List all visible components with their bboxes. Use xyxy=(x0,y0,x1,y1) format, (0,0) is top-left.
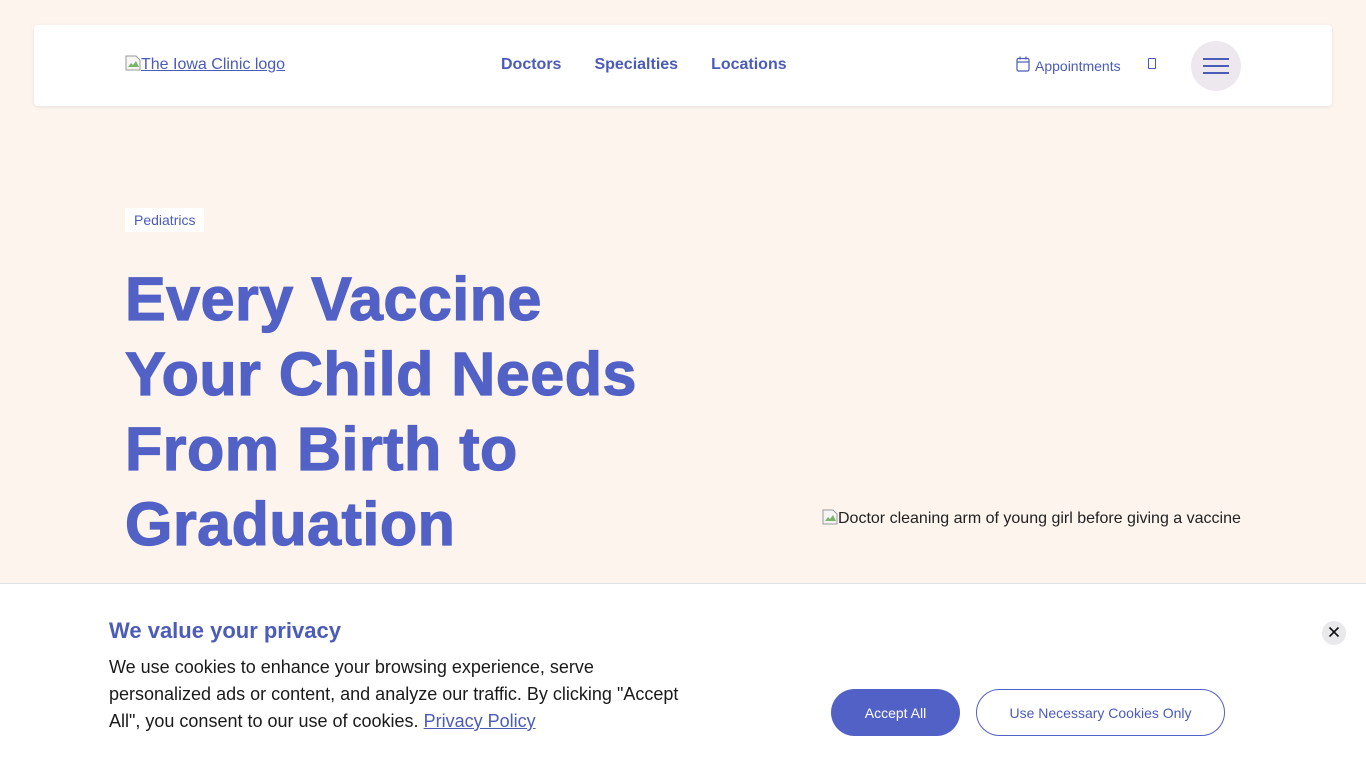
hamburger-icon-line xyxy=(1203,58,1229,60)
appointments-label: Appointments xyxy=(1035,57,1121,74)
cookie-text: We use cookies to enhance your browsing … xyxy=(109,654,699,735)
broken-image-icon xyxy=(822,509,838,525)
cookie-banner: We value your privacy We use cookies to … xyxy=(0,583,1366,768)
hamburger-icon-line xyxy=(1203,72,1229,74)
menu-button[interactable] xyxy=(1191,41,1241,91)
privacy-policy-link[interactable]: Privacy Policy xyxy=(424,711,536,731)
hamburger-icon-line xyxy=(1203,65,1229,67)
logo-alt-text: The Iowa Clinic logo xyxy=(141,56,286,73)
hero-image: Doctor cleaning arm of young girl before… xyxy=(822,509,1241,529)
broken-image-icon xyxy=(125,55,141,71)
nav-specialties[interactable]: Specialties xyxy=(594,55,678,75)
hero-title: Every Vaccine Your Child Needs From Birt… xyxy=(124,264,637,558)
necessary-cookies-button[interactable]: Use Necessary Cookies Only xyxy=(976,689,1225,736)
cookie-title: We value your privacy xyxy=(109,618,341,643)
category-tag[interactable]: Pediatrics xyxy=(125,208,205,232)
logo-link[interactable]: The Iowa Clinic logo xyxy=(125,55,285,75)
nav-doctors[interactable]: Doctors xyxy=(501,55,561,75)
cookie-body-text: We use cookies to enhance your browsing … xyxy=(109,657,679,731)
appointments-link[interactable]: Appointments xyxy=(1016,56,1121,75)
site-header: The Iowa Clinic logo Doctors Specialties… xyxy=(34,25,1332,106)
hero-image-alt-text: Doctor cleaning arm of young girl before… xyxy=(838,510,1241,527)
calendar-icon xyxy=(1016,56,1030,75)
search-icon[interactable] xyxy=(1148,58,1156,69)
main-nav: Doctors Specialties Locations xyxy=(501,55,787,75)
nav-locations[interactable]: Locations xyxy=(711,55,787,75)
accept-all-button[interactable]: Accept All xyxy=(831,689,960,736)
close-button[interactable] xyxy=(1322,621,1346,645)
close-icon xyxy=(1328,626,1340,641)
